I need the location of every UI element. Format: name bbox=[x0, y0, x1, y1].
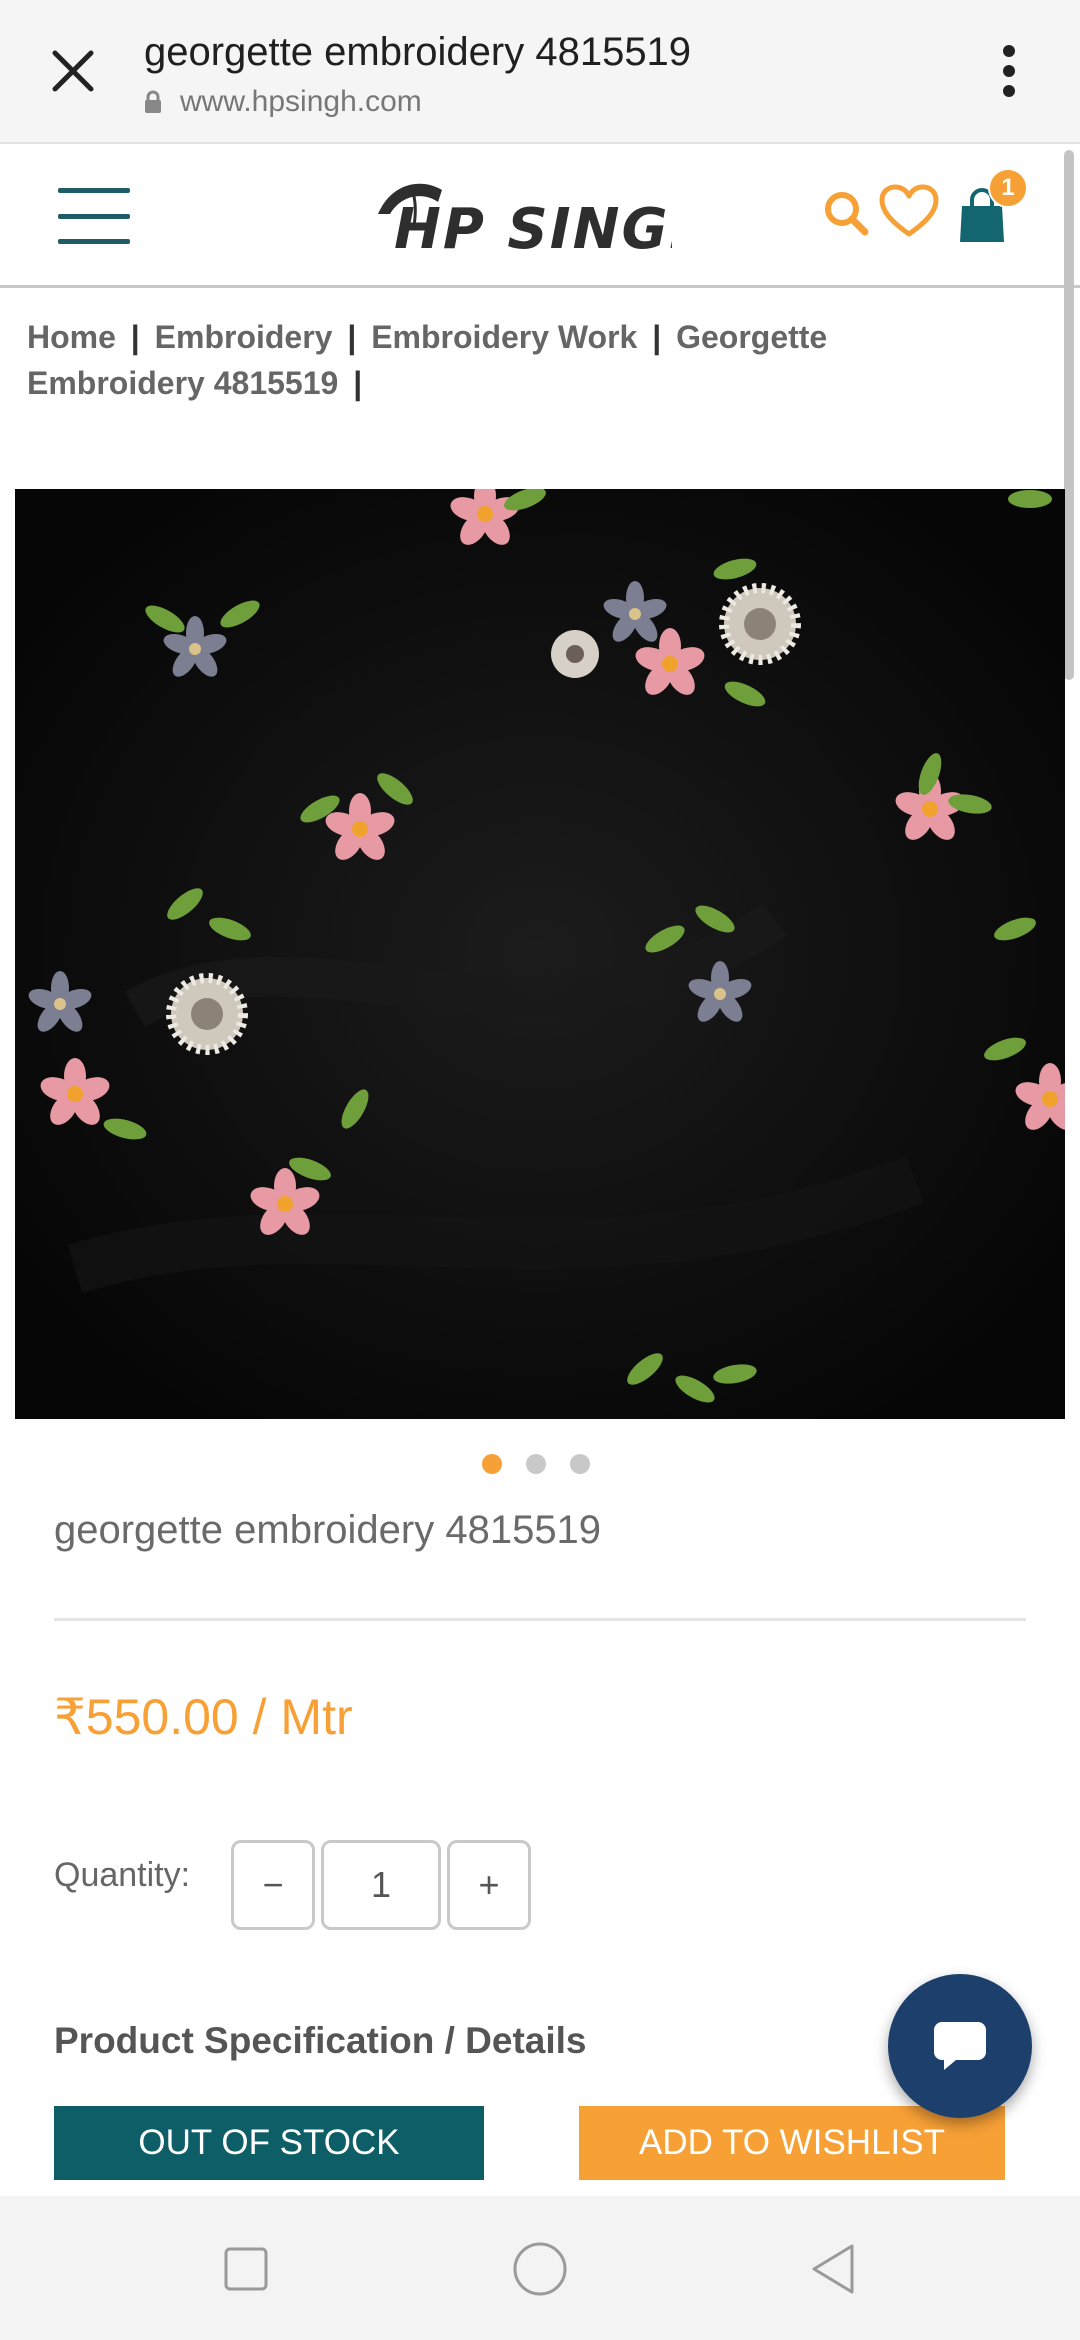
cart-count-badge: 1 bbox=[988, 168, 1028, 208]
breadcrumb-embroidery-work[interactable]: Embroidery Work bbox=[371, 319, 637, 355]
back-icon bbox=[812, 2244, 854, 2294]
breadcrumb-separator: | bbox=[347, 319, 357, 355]
quantity-input[interactable]: 1 bbox=[321, 1840, 441, 1930]
back-button[interactable] bbox=[798, 2234, 868, 2304]
cart-button[interactable]: 1 bbox=[952, 168, 1032, 252]
page-scrollbar[interactable] bbox=[1064, 150, 1074, 680]
carousel-dot-1[interactable] bbox=[482, 1454, 502, 1474]
chat-button[interactable] bbox=[888, 1974, 1032, 2118]
carousel-dot-2[interactable] bbox=[526, 1454, 546, 1474]
heart-icon bbox=[879, 184, 939, 237]
product-specification-heading[interactable]: Product Specification / Details bbox=[54, 2020, 587, 2062]
divider bbox=[54, 1618, 1026, 1621]
out-of-stock-button[interactable]: OUT OF STOCK bbox=[54, 2106, 484, 2180]
breadcrumb-separator: | bbox=[353, 365, 363, 401]
hp-singh-logo[interactable]: HP SINGH bbox=[372, 168, 716, 268]
browser-toolbar: georgette embroidery 4815519 www.hpsingh… bbox=[0, 0, 1080, 144]
menu-icon[interactable] bbox=[58, 188, 130, 244]
browser-url: www.hpsingh.com bbox=[180, 85, 422, 118]
recent-apps-button[interactable] bbox=[211, 2234, 281, 2304]
browser-url-row: www.hpsingh.com bbox=[144, 84, 422, 120]
close-tab-button[interactable] bbox=[40, 38, 106, 104]
product-title: georgette embroidery 4815519 bbox=[54, 1508, 602, 1552]
search-icon bbox=[825, 192, 869, 236]
close-icon bbox=[52, 50, 94, 92]
recent-apps-icon bbox=[224, 2247, 268, 2291]
image-carousel-dots bbox=[482, 1454, 590, 1474]
carousel-dot-3[interactable] bbox=[570, 1454, 590, 1474]
browser-page-title: georgette embroidery 4815519 bbox=[144, 30, 692, 74]
quantity-decrease-button[interactable]: − bbox=[231, 1840, 315, 1930]
breadcrumb-embroidery[interactable]: Embroidery bbox=[155, 319, 333, 355]
breadcrumb-separator: | bbox=[130, 319, 140, 355]
wishlist-button[interactable] bbox=[876, 176, 942, 246]
breadcrumb-separator: | bbox=[652, 319, 662, 355]
quantity-label: Quantity: bbox=[54, 1856, 191, 1894]
home-icon bbox=[513, 2242, 567, 2296]
site-header: HP SINGH 1 bbox=[0, 146, 1080, 288]
svg-text:HP SINGH: HP SINGH bbox=[394, 197, 672, 262]
home-button[interactable] bbox=[505, 2234, 575, 2304]
lock-icon bbox=[144, 89, 166, 115]
system-navigation-bar bbox=[0, 2196, 1080, 2340]
more-vert-icon bbox=[1003, 45, 1015, 97]
product-price: ₹550.00 / Mtr bbox=[54, 1689, 353, 1745]
quantity-increase-button[interactable]: + bbox=[447, 1840, 531, 1930]
chat-bubble-icon bbox=[934, 2022, 986, 2070]
search-button[interactable] bbox=[818, 180, 874, 246]
breadcrumb: Home | Embroidery | Embroidery Work | Ge… bbox=[27, 314, 987, 406]
add-to-wishlist-button[interactable]: ADD TO WISHLIST bbox=[579, 2106, 1005, 2180]
more-options-button[interactable] bbox=[986, 38, 1032, 104]
product-image[interactable] bbox=[15, 489, 1065, 1419]
breadcrumb-home[interactable]: Home bbox=[27, 319, 116, 355]
